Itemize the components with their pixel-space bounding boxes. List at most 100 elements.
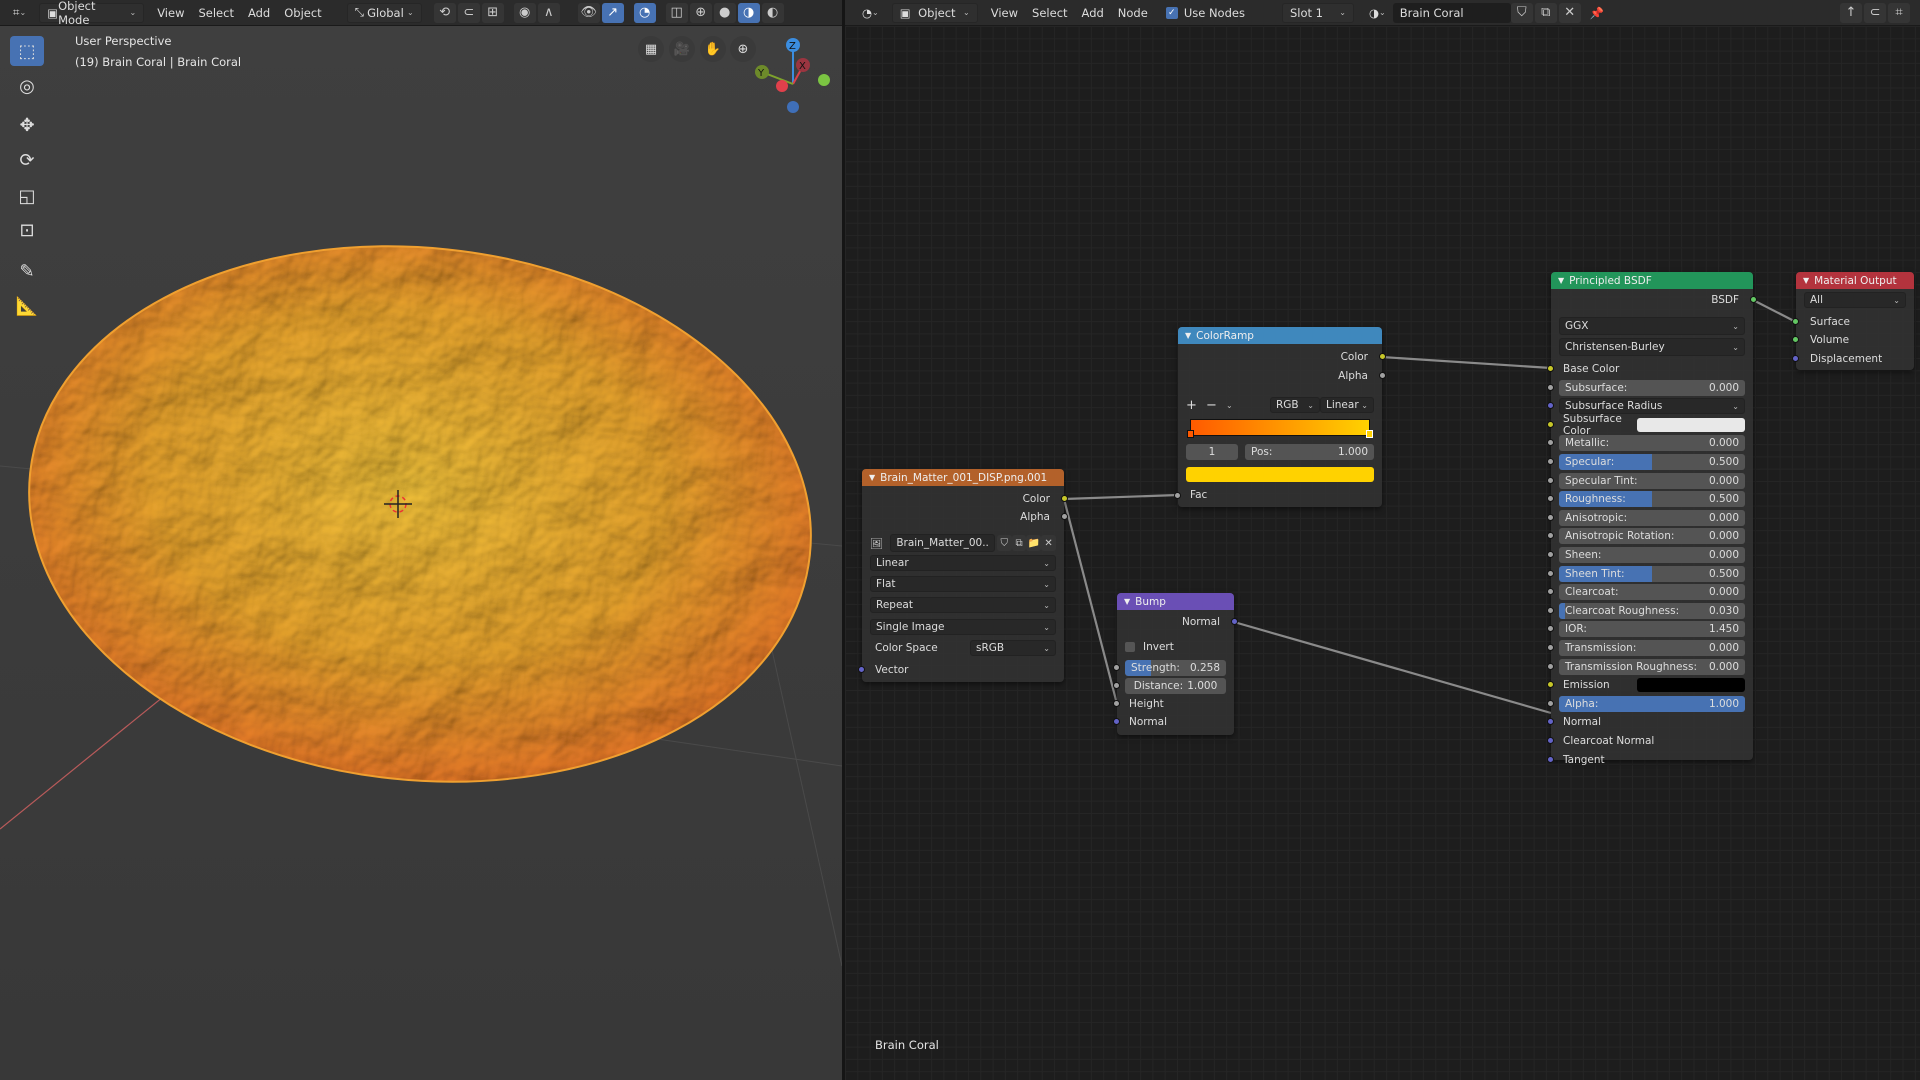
ramp-stop-0[interactable] [1187,430,1194,438]
socket-in[interactable] [1547,569,1554,577]
shader-node-editor[interactable]: ▼ Brain_Matter_001_DISP.png.001 Color Alp… [845,26,1920,1080]
input-roughness[interactable]: Roughness: 0.500 [1559,491,1745,508]
socket-in[interactable] [1547,737,1554,744]
distribution-dropdown[interactable]: GGX ⌄ [1559,317,1745,335]
3d-viewport[interactable]: ⬚ ◎ ✥ ⟳ ◱ ⊡ ✎ 📐 User Perspective (19) Br… [0,26,842,1080]
socket-in[interactable] [1547,420,1554,428]
measure-tool[interactable]: 📐 [10,291,44,321]
snap-mode-icon[interactable]: ⌗ [1888,2,1910,23]
color-swatch[interactable] [1637,417,1745,432]
principled-bsdf-node[interactable]: ▼ Principled BSDF BSDF GGX ⌄ Christensen-B… [1547,272,1757,766]
camera-button[interactable]: 🎥 [669,36,695,62]
input-transmission[interactable]: Transmission: 0.000 [1559,640,1745,656]
socket-in[interactable] [1547,458,1554,465]
shader-type-dropdown[interactable]: ▣ Object ⌄ [891,2,978,23]
input-sheen-tint[interactable]: Sheen Tint: 0.500 [1559,565,1745,582]
snap-icon[interactable]: ⊂ [1864,2,1886,23]
collapse-icon[interactable]: ▼ [1558,276,1564,285]
duplicate-material-icon[interactable]: ⧉ [1534,2,1557,23]
slot-dropdown[interactable]: Slot 1 ⌄ [1281,2,1354,23]
input-subsurface-color[interactable]: Subsurface Color [1559,413,1745,437]
target-dropdown[interactable]: All ⌄ [1804,292,1906,308]
socket-in[interactable] [1547,402,1554,410]
collapse-icon[interactable]: ▼ [1124,597,1130,606]
navigation-gizmo[interactable]: Z X Y [750,34,830,114]
wireframe-shading-icon[interactable]: ⊕ [689,2,712,23]
menu-node[interactable]: Node [1111,3,1155,23]
input-specular-tint[interactable]: Specular Tint: 0.000 [1559,472,1745,489]
material-output-node[interactable]: ▼ Material Output All ⌄ Surface Volume Dis… [1792,272,1914,370]
mode-dropdown[interactable]: ▣ Object Mode ⌄ [39,0,145,27]
node-header[interactable]: ▼ Material Output [1796,272,1914,289]
color-swatch[interactable] [1637,678,1745,693]
socket-in[interactable] [1547,755,1554,763]
node-header[interactable]: ▼ Bump [1117,593,1234,610]
input-clearcoat[interactable]: Clearcoat: 0.000 [1559,584,1745,601]
socket-normal-out[interactable] [1231,618,1238,625]
socket-color-out[interactable] [1379,353,1386,360]
input-clearcoat-roughness[interactable]: Clearcoat Roughness: 0.030 [1559,602,1745,619]
overlay-icon[interactable]: ◔ [633,2,656,23]
socket-normal-in[interactable] [1113,718,1120,725]
strength-slider[interactable]: Strength: 0.258 [1125,660,1226,676]
socket-color-out[interactable] [1061,495,1068,502]
collapse-icon[interactable]: ▼ [1185,331,1191,340]
socket-in[interactable] [1547,625,1554,633]
colorramp-node[interactable]: ▼ ColorRamp Color Alpha + − ⌄ RGB ⌄ Linear… [1174,327,1386,507]
socket-in[interactable] [1547,606,1554,614]
node-header[interactable]: ▼ Brain_Matter_001_DISP.png.001 [862,469,1064,486]
fake-user-icon[interactable]: ⛉ [1510,2,1533,23]
editor-type-button[interactable]: ◔ ⌄ [855,3,886,23]
node-header[interactable]: ▼ ColorRamp [1178,327,1382,344]
menu-view[interactable]: View [984,3,1025,23]
remove-stop-button[interactable]: − [1206,398,1226,413]
solid-shading-icon[interactable]: ● [713,2,736,23]
proportional-edit-icon[interactable]: ◉ [513,2,536,23]
socket-strength-in[interactable] [1113,664,1120,671]
socket-displacement-in[interactable] [1792,355,1799,362]
ramp-menu-chevron-icon[interactable]: ⌄ [1226,401,1250,410]
snap-target-icon[interactable]: ⊞ [481,2,504,23]
use-nodes-checkbox[interactable]: ✓ Use Nodes [1159,3,1252,23]
pivot-icon[interactable]: ⟲ [433,2,456,23]
image-browse-icon[interactable]: 🖼 [870,537,890,550]
socket-height-in[interactable] [1113,700,1120,707]
collapse-icon[interactable]: ▼ [869,473,875,482]
socket-in[interactable] [1547,588,1554,596]
socket-in[interactable] [1547,718,1554,726]
material-name-field[interactable]: Brain Coral [1392,2,1511,23]
socket-in[interactable] [1547,476,1554,484]
parent-node-tree-icon[interactable]: ↑ [1840,2,1862,23]
transform-tool[interactable]: ⊡ [10,215,44,245]
color-space-dropdown[interactable]: sRGB ⌄ [970,640,1056,656]
menu-add[interactable]: Add [1075,3,1111,23]
socket-in[interactable] [1547,551,1554,558]
invert-checkbox[interactable]: Invert [1125,639,1226,655]
socket-in[interactable] [1547,439,1554,447]
input-subsurface[interactable]: Subsurface: 0.000 [1559,379,1745,396]
socket-in[interactable] [1547,532,1554,540]
cursor-tool[interactable]: ◎ [10,71,44,101]
subsurface-method-dropdown[interactable]: Christensen-Burley ⌄ [1559,338,1745,356]
menu-select[interactable]: Select [191,3,240,23]
toggle-camera-view-button[interactable]: ▦ [638,36,664,62]
input-transmission-roughness[interactable]: Transmission Roughness: 0.000 [1559,658,1745,675]
move-tool[interactable]: ✥ [10,110,44,140]
socket-in[interactable] [1547,365,1554,372]
image-name-field[interactable]: Brain_Matter_00.. [890,534,995,552]
fake-user-icon[interactable]: ⛉ [996,535,1012,551]
editor-type-button[interactable]: ⌗ ⌄ [6,3,33,23]
socket-distance-in[interactable] [1113,682,1120,689]
socket-in[interactable] [1547,383,1554,391]
interpolation-dropdown[interactable]: Linear ⌄ [870,555,1056,571]
collapse-icon[interactable]: ▼ [1803,276,1809,285]
socket-in[interactable] [1547,495,1554,503]
select-box-tool[interactable]: ⬚ [10,36,44,66]
add-stop-button[interactable]: + [1186,398,1206,413]
input-metallic[interactable]: Metallic: 0.000 [1559,435,1745,452]
input-sheen[interactable]: Sheen: 0.000 [1559,547,1745,563]
socket-in[interactable] [1547,513,1554,521]
extension-dropdown[interactable]: Repeat ⌄ [870,597,1056,613]
color-ramp-gradient[interactable] [1190,419,1370,436]
unlink-image-icon[interactable]: ✕ [1041,535,1057,551]
